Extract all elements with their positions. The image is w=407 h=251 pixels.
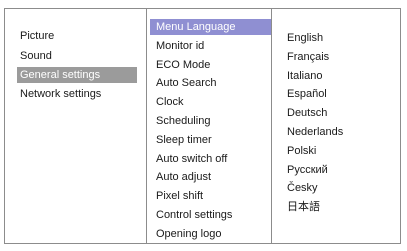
main-menu-item-picture[interactable]: Picture xyxy=(17,28,137,44)
language-option[interactable]: Polski xyxy=(287,143,316,159)
submenu-item-clock[interactable]: Clock xyxy=(150,94,271,110)
language-option[interactable]: Česky xyxy=(287,180,318,196)
submenu-item-monitor-id[interactable]: Monitor id xyxy=(150,38,271,54)
language-option[interactable]: Français xyxy=(287,49,329,65)
options-panel: English Français Italiano Español Deutsch Ned… xyxy=(273,9,402,243)
submenu-item-opening-logo[interactable]: Opening logo xyxy=(150,226,271,242)
main-menu-item-general-settings[interactable]: General settings xyxy=(17,67,137,83)
submenu-item-menu-language[interactable]: Menu Language xyxy=(150,19,271,35)
osd-menu: Picture Sound General settings Network sett… xyxy=(4,8,401,244)
language-option[interactable]: Русский xyxy=(287,162,328,178)
language-option[interactable]: Nederlands xyxy=(287,124,343,140)
language-option[interactable]: Español xyxy=(287,86,327,102)
submenu-item-auto-search[interactable]: Auto Search xyxy=(150,75,271,91)
submenu-item-sleep-timer[interactable]: Sleep timer xyxy=(150,132,271,148)
main-menu-item-sound[interactable]: Sound xyxy=(17,48,137,64)
submenu-panel: Menu Language Monitor id ECO Mode Auto Sear… xyxy=(146,9,272,243)
main-menu-panel: Picture Sound General settings Network sett… xyxy=(5,9,145,243)
submenu-item-pixel-shift[interactable]: Pixel shift xyxy=(150,188,271,204)
submenu-item-eco-mode[interactable]: ECO Mode xyxy=(150,57,271,73)
submenu-item-auto-switch-off[interactable]: Auto switch off xyxy=(150,151,271,167)
language-option[interactable]: English xyxy=(287,30,323,46)
submenu-item-scheduling[interactable]: Scheduling xyxy=(150,113,271,129)
language-option[interactable]: Deutsch xyxy=(287,105,327,121)
submenu-item-control-settings[interactable]: Control settings xyxy=(150,207,271,223)
main-menu-item-network-settings[interactable]: Network settings xyxy=(17,86,137,102)
submenu-item-auto-adjust[interactable]: Auto adjust xyxy=(150,169,271,185)
language-option[interactable]: Italiano xyxy=(287,68,322,84)
language-option[interactable]: 日本語 xyxy=(287,199,320,215)
